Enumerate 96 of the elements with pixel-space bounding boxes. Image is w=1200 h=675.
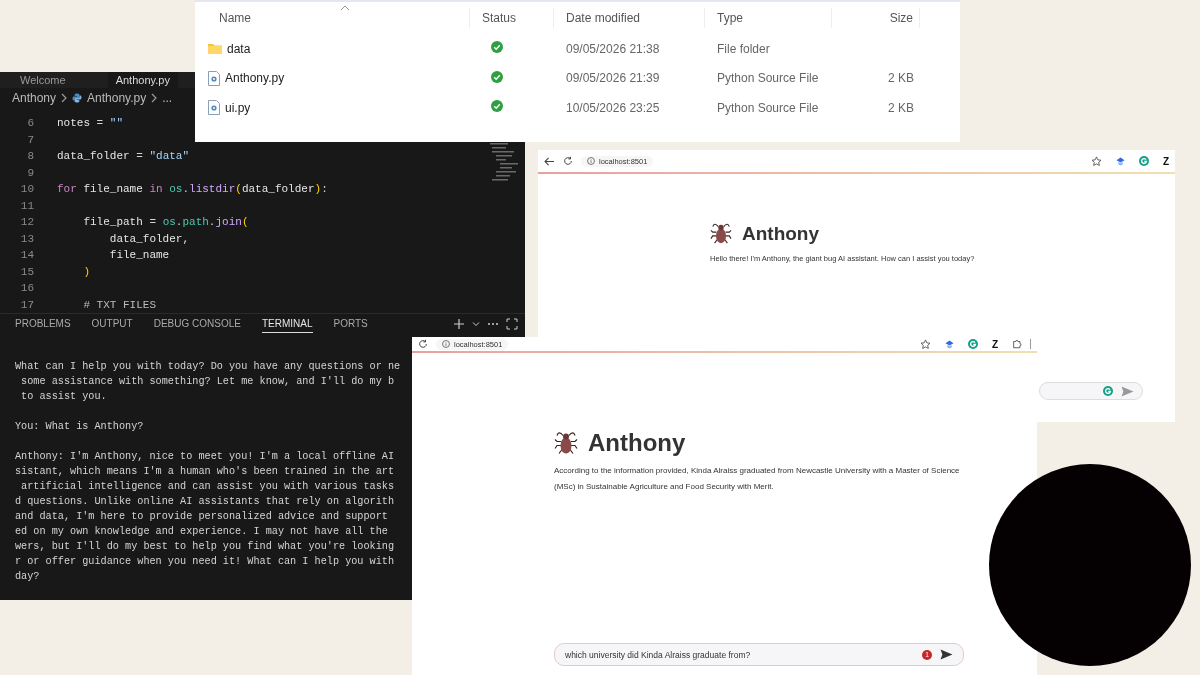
line-number: 6 [26, 117, 34, 130]
minimap-drawing [490, 143, 520, 183]
size-cell: 2 KB [888, 71, 914, 86]
terminal-line: ed on my own knowledge and experience. I may not have all the [15, 525, 389, 539]
breadcrumb-item[interactable]: Anthony.py [87, 91, 147, 105]
line-number: 17 [19, 298, 34, 311]
type-cell: Python Source File [717, 100, 819, 115]
code-line: file_name [108, 249, 170, 262]
code-line: notes = "" [57, 117, 124, 130]
column-header[interactable]: Status [470, 8, 554, 28]
grammarly-icon[interactable] [1138, 156, 1149, 166]
maximize-icon[interactable] [506, 318, 518, 330]
terminal-line: some assistance with something? Let me know, and I'll do my b [20, 375, 396, 389]
add-icon[interactable] [453, 318, 465, 330]
grammarly-icon[interactable] [967, 339, 978, 349]
code-line: for file_name in os.listdir(data_folder): [57, 183, 328, 196]
reload-icon[interactable] [418, 339, 428, 349]
python-icon [72, 93, 83, 103]
type-cell: File folder [717, 41, 770, 56]
panel-tab[interactable]: TERMINAL [261, 315, 313, 333]
puzzle-icon[interactable] [1012, 339, 1022, 349]
extension-button[interactable]: Z [991, 338, 998, 350]
chat-title: Anthony [742, 223, 820, 245]
chat-input[interactable] [1039, 382, 1143, 400]
column-header[interactable]: Type [705, 8, 832, 28]
date-cell: 09/05/2026 21:38 [566, 41, 660, 56]
panel-tab[interactable]: PROBLEMS [15, 315, 71, 333]
info-icon [587, 157, 595, 165]
bug-icon [554, 429, 578, 457]
star-icon[interactable] [1090, 155, 1102, 167]
extension-button[interactable]: Z [1162, 155, 1169, 167]
terminal-line: wers, but I'll do my best to help you find what you're looking [15, 540, 396, 554]
terminal-line: artificial intelligence and can assist you with various tasks [20, 480, 396, 494]
file-name[interactable]: Anthony.py [225, 71, 285, 86]
code-line: data_folder = "data" [57, 150, 190, 163]
line-number: 16 [19, 282, 34, 295]
file-name[interactable]: ui.py [225, 100, 251, 115]
chevron-icon [151, 93, 158, 103]
terminal-line: r or offer guidance when you need it! What can I help you with [15, 555, 396, 569]
info-icon [442, 340, 450, 348]
check-icon [491, 41, 503, 54]
terminal-line: What can I help you with today? Do you have any questions or ne [15, 360, 402, 374]
python-file-icon [208, 70, 220, 86]
panel-tab[interactable]: PORTS [333, 315, 368, 333]
line-number: 9 [26, 166, 34, 179]
terminal-line: Anthony: I'm Anthony, nice to meet you! I'm a local offline AI [15, 450, 396, 464]
back-icon[interactable] [544, 156, 555, 166]
terminal-line: day? [15, 570, 41, 584]
line-number: 14 [19, 249, 34, 262]
dropdown-icon[interactable] [472, 320, 480, 328]
extension-icon[interactable] [944, 339, 954, 349]
check-icon [491, 70, 503, 83]
breadcrumb-item[interactable]: Anthony [12, 91, 57, 105]
file-name[interactable]: data [227, 41, 251, 56]
code-line: # TXT FILES [82, 298, 157, 311]
type-cell: Python Source File [717, 71, 819, 86]
size-cell: 2 KB [888, 100, 914, 115]
line-number: 15 [19, 265, 34, 278]
line-number: 10 [19, 183, 34, 196]
line-number: 7 [26, 133, 34, 146]
code-line: ) [82, 265, 90, 278]
python-file-icon [208, 100, 220, 116]
editor-tab[interactable]: Welcome [12, 72, 74, 88]
line-number: 12 [19, 216, 34, 229]
terminal-line: d questions. Unlike online AI assistants that rely on algorith [15, 495, 396, 509]
date-cell: 09/05/2026 21:39 [566, 71, 660, 86]
bug-icon [710, 222, 732, 246]
extension-icon[interactable] [1115, 156, 1125, 166]
grammarly-icon[interactable] [1103, 386, 1113, 396]
sort-caret-icon[interactable] [340, 5, 350, 11]
terminal-line: sistant, which means I'm a human who's been trained in the art [15, 465, 396, 479]
code-line: data_folder, [108, 232, 190, 245]
check-icon [491, 100, 503, 113]
star-icon[interactable] [919, 338, 931, 350]
line-number: 8 [26, 150, 34, 163]
chevron-icon [61, 93, 68, 103]
terminal-line: You: What is Anthony? [15, 420, 145, 434]
line-number: 11 [19, 199, 34, 212]
breadcrumb-item[interactable]: ... [162, 91, 173, 105]
column-header[interactable]: Name [207, 8, 470, 28]
line-number: 13 [19, 232, 34, 245]
panel-tab[interactable]: DEBUG CONSOLE [153, 315, 241, 333]
send-icon[interactable] [940, 649, 953, 660]
column-header[interactable]: Size [832, 8, 920, 28]
folder-icon [208, 43, 222, 55]
chat-title: Anthony [588, 429, 686, 457]
column-header[interactable]: Date modified [554, 8, 705, 28]
more-icon[interactable] [487, 322, 499, 326]
reload-icon[interactable] [563, 156, 573, 166]
editor-tab[interactable]: Anthony.py [107, 72, 178, 88]
code-line: file_path = os.path.join( [82, 216, 249, 229]
date-cell: 10/05/2026 23:25 [566, 100, 660, 115]
terminal-line: and data, I'm here to provide personalized advice and support [15, 510, 389, 524]
panel-tab[interactable]: OUTPUT [91, 315, 133, 333]
terminal-line: to assist you. [20, 390, 108, 404]
assistant-message: According to the information provided, Kinda Alraiss graduated from Newcastle University with a Master of Science (MSc) in Sustainable Agriculture and Food Security with Merit. [554, 465, 961, 493]
